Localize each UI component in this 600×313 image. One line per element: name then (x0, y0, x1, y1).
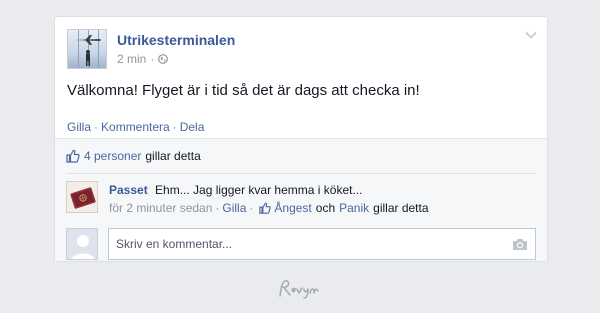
post-card: Utrikesterminalen 2 min · Välkomna! Flyg… (54, 16, 548, 262)
meta-separator: · (150, 52, 155, 66)
share-link[interactable]: Dela (180, 120, 205, 134)
comment-separator: · (215, 201, 220, 215)
comment-composer (66, 228, 536, 260)
airplane-icon (75, 35, 101, 45)
comment-author-link[interactable]: Passet (109, 183, 148, 197)
passport-avatar-icon[interactable] (66, 181, 98, 213)
globe-icon[interactable] (158, 54, 169, 64)
page-avatar-icon[interactable] (67, 29, 107, 69)
likes-count-link[interactable]: 4 personer (84, 149, 141, 163)
passport-icon (67, 182, 97, 212)
comment-separator: · (249, 201, 254, 215)
traveler-icon (86, 50, 90, 66)
like-link[interactable]: Gilla (67, 120, 91, 134)
comment-item: Passet Ehm... Jag ligger kvar hemma i kö… (66, 181, 536, 221)
comment-timestamp[interactable]: för 2 minuter sedan (109, 201, 212, 215)
chevron-down-icon[interactable] (525, 31, 537, 39)
reactor-link-panik[interactable]: Panik (339, 201, 369, 215)
post-meta: 2 min · (117, 52, 169, 66)
reactor-conjunction: och (315, 201, 336, 215)
comment-like-link[interactable]: Gilla (222, 201, 246, 215)
camera-icon[interactable] (512, 237, 528, 251)
comment-link[interactable]: Kommentera (101, 120, 170, 134)
comment-input[interactable] (108, 228, 536, 260)
action-separator: · (172, 120, 177, 134)
post-actions: Gilla · Kommentera · Dela (67, 120, 204, 134)
comment-meta: för 2 minuter sedan · Gilla · Ångest och… (109, 201, 433, 215)
post-text: Välkomna! Flyget är i tid så det är dags… (67, 82, 420, 99)
comment-text: Ehm... Jag ligger kvar hemma i köket... (155, 183, 363, 197)
likes-suffix: gillar detta (145, 149, 201, 163)
likes-summary: 4 personer gillar detta (66, 149, 201, 163)
page-name-link[interactable]: Utrikesterminalen (117, 32, 235, 48)
comment-body: Passet Ehm... Jag ligger kvar hemma i kö… (109, 183, 362, 197)
thumbs-up-icon (259, 202, 272, 214)
reactor-link-angest[interactable]: Ångest (274, 201, 311, 215)
feedback-section: 4 personer gillar detta Passet Ehm... Ja… (55, 138, 547, 261)
thumbs-up-icon (66, 149, 80, 163)
divider (66, 173, 536, 174)
signature-logo-icon (279, 280, 319, 299)
action-separator: · (94, 120, 99, 134)
post-timestamp[interactable]: 2 min (117, 52, 146, 66)
comment-likes-suffix: gillar detta (373, 201, 429, 215)
default-user-avatar-icon (66, 228, 98, 260)
silhouette-icon (67, 229, 97, 259)
